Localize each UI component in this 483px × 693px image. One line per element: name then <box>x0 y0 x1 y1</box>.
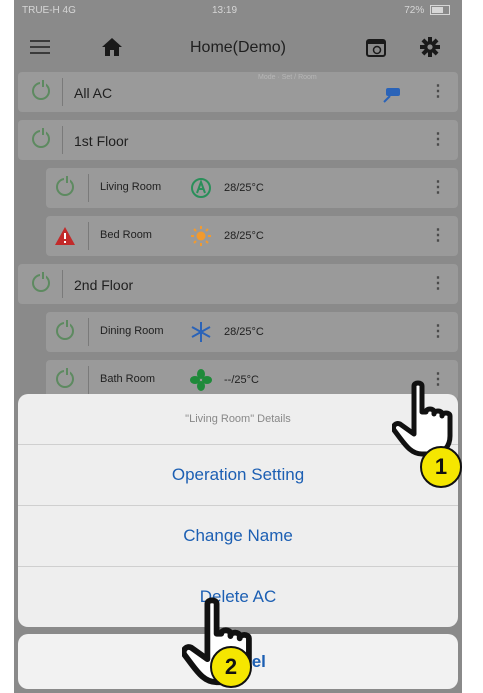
mode-hint-label: Mode · Set / Room <box>258 74 317 81</box>
row-label: All AC <box>74 85 113 101</box>
ac-unit-icon <box>383 88 400 103</box>
list-item-bed-room[interactable]: Bed Room 28/25°C ⋮ <box>46 216 458 256</box>
temperature-label: 28/25°C <box>224 230 264 242</box>
battery-icon <box>430 5 450 16</box>
temperature-label: --/25°C <box>224 374 259 386</box>
change-name-button[interactable]: Change Name <box>18 506 458 567</box>
list-item-2nd-floor[interactable]: 2nd Floor ⋮ <box>18 264 458 304</box>
warning-icon <box>55 227 75 245</box>
gear-icon[interactable] <box>418 36 442 58</box>
list-item-1st-floor[interactable]: 1st Floor ⋮ <box>18 120 458 160</box>
power-icon[interactable] <box>32 128 50 148</box>
temperature-label: 28/25°C <box>224 182 264 194</box>
phone-screen: TRUE-H 4G 13:19 72% Home(Demo) All AC Mo… <box>14 0 462 693</box>
page-title: Home(Demo) <box>189 39 286 56</box>
row-label: Dining Room <box>100 325 164 337</box>
row-label: 2nd Floor <box>74 277 134 293</box>
auto-mode-icon <box>191 178 211 198</box>
cool-mode-icon <box>191 322 211 342</box>
more-options-icon[interactable]: ⋮ <box>430 131 446 149</box>
more-options-icon[interactable]: ⋮ <box>430 227 446 245</box>
divider <box>62 126 63 154</box>
temperature-label: 28/25°C <box>224 326 264 338</box>
carrier-label: TRUE-H 4G <box>22 5 76 16</box>
battery-percent: 72% <box>404 5 425 16</box>
row-label: Living Room <box>100 181 162 193</box>
power-icon[interactable] <box>32 80 50 100</box>
list-item-living-room[interactable]: Living Room 28/25°C ⋮ <box>46 168 458 208</box>
status-bar: TRUE-H 4G 13:19 72% <box>14 0 462 22</box>
more-options-icon[interactable]: ⋮ <box>430 323 446 341</box>
fan-mode-icon <box>190 369 212 391</box>
power-icon[interactable] <box>56 320 74 340</box>
row-label: 1st Floor <box>74 133 129 149</box>
heat-mode-icon <box>191 226 211 246</box>
power-icon[interactable] <box>32 272 50 292</box>
divider <box>88 174 89 202</box>
step-marker-2: 2 <box>210 646 252 688</box>
nav-bar: Home(Demo) <box>14 22 462 72</box>
divider <box>88 366 89 394</box>
power-icon[interactable] <box>56 368 74 388</box>
more-options-icon[interactable]: ⋮ <box>430 83 446 101</box>
calendar-icon[interactable] <box>364 36 388 58</box>
divider <box>88 222 89 250</box>
more-options-icon[interactable]: ⋮ <box>430 179 446 197</box>
divider <box>62 78 63 106</box>
list-item-dining-room[interactable]: Dining Room 28/25°C ⋮ <box>46 312 458 352</box>
step-marker-1: 1 <box>420 446 462 488</box>
clock: 13:19 <box>212 5 238 16</box>
divider <box>88 318 89 346</box>
power-icon[interactable] <box>56 176 74 196</box>
divider <box>62 270 63 298</box>
row-label: Bath Room <box>100 373 156 385</box>
more-options-icon[interactable]: ⋮ <box>430 275 446 293</box>
row-label: Bed Room <box>100 229 152 241</box>
list-item-all-ac[interactable]: All AC Mode · Set / Room ⋮ <box>18 72 458 112</box>
battery-status: 72% <box>404 5 450 16</box>
